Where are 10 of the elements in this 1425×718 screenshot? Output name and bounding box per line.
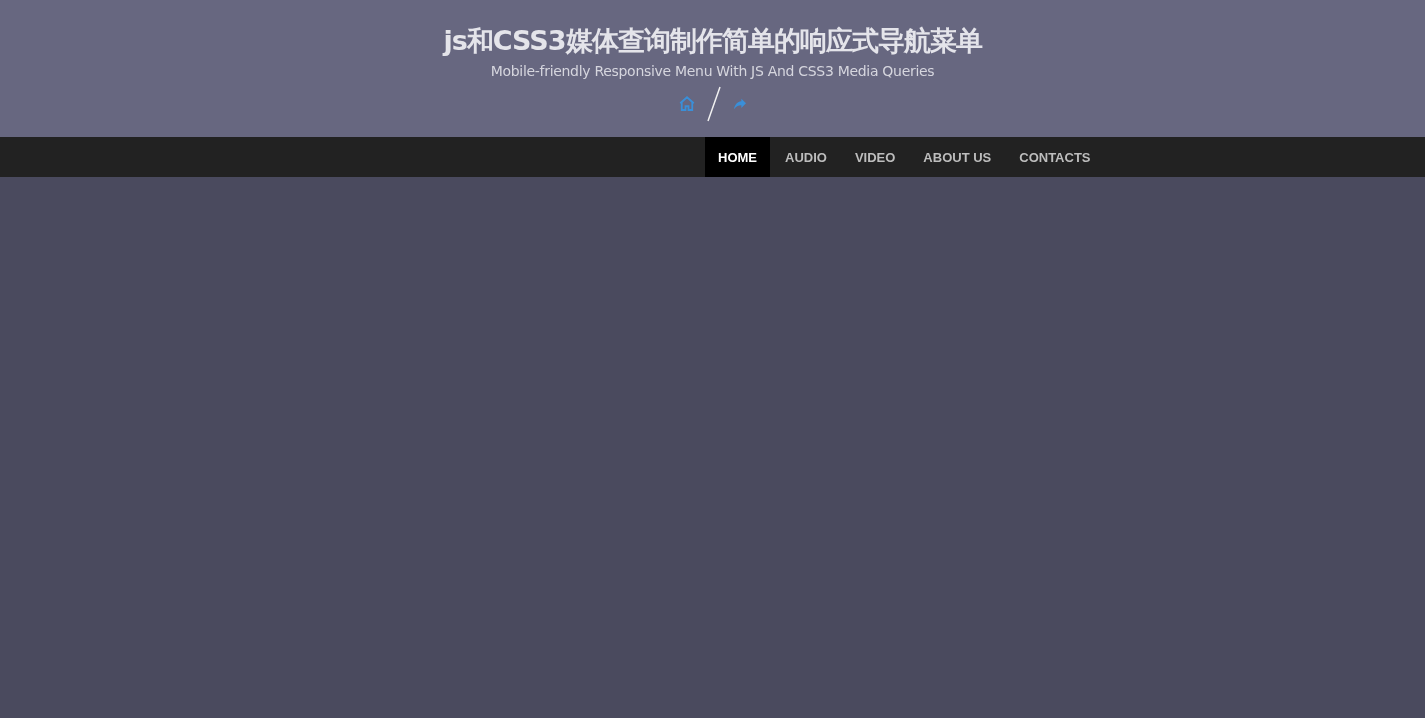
nav-link[interactable]: VIDEO (841, 137, 909, 177)
nav-link[interactable]: ABOUT US (910, 137, 1005, 177)
slash-divider (705, 86, 722, 122)
nav-link[interactable]: CONTACTS (1006, 137, 1104, 177)
share-arrow-icon[interactable] (731, 96, 748, 112)
home-icon[interactable] (677, 95, 696, 113)
page-title: js和CSS3媒体查询制作简单的响应式导航菜单 (443, 24, 982, 58)
nav-link[interactable]: HOME (705, 137, 770, 177)
page-subtitle: Mobile-friendly Responsive Menu With JS And CSS3 Media Queries (490, 62, 935, 80)
nav-link[interactable]: AUDIO (772, 137, 840, 177)
